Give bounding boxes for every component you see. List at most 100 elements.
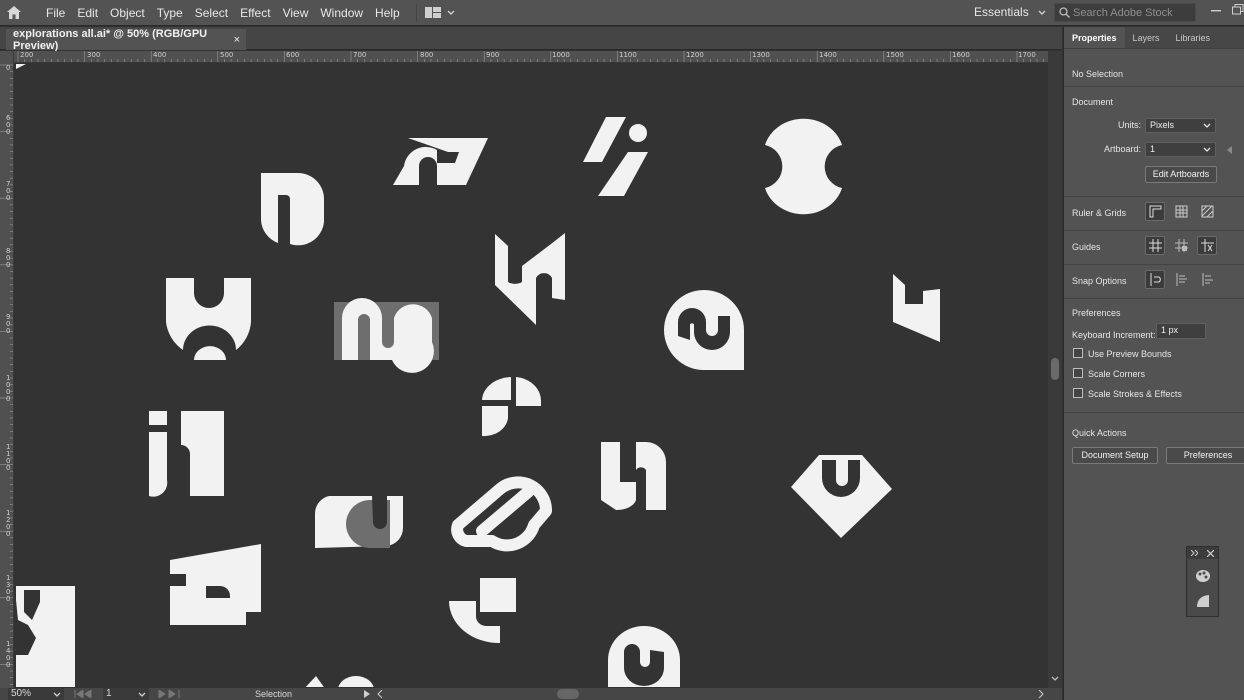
ruler-label: 1 4 0 0 xyxy=(6,640,11,669)
snap-pixel-icon xyxy=(1176,273,1187,286)
logo-slanted-su xyxy=(393,138,488,185)
ruler-label: 500 xyxy=(220,51,234,59)
menu-edit[interactable]: Edit xyxy=(71,0,104,26)
horizontal-scrollbar-thumb[interactable] xyxy=(557,689,579,699)
ruler-label: 200 xyxy=(20,51,34,59)
ruler-icon xyxy=(1149,205,1161,218)
vertical-scrollbar-thumb[interactable] xyxy=(1051,358,1059,380)
artboard-select[interactable]: 1 xyxy=(1145,142,1216,157)
menu-object[interactable]: Object xyxy=(104,0,151,26)
ruler-label: 1700 xyxy=(1018,51,1036,59)
close-tab-icon[interactable]: × xyxy=(234,34,240,46)
logo-n-halfround xyxy=(261,173,324,246)
status-bar: 50% 1 Selection xyxy=(0,688,1062,700)
artboard-canvas[interactable] xyxy=(15,64,1048,687)
chevron-down-icon xyxy=(138,692,146,697)
ruler-label: 1 2 0 0 xyxy=(6,509,11,538)
preferences-button[interactable]: Preferences xyxy=(1166,447,1244,464)
toggle-rulers-button[interactable] xyxy=(1145,202,1165,221)
menu-view[interactable]: View xyxy=(277,0,315,26)
menu-file[interactable]: File xyxy=(40,0,71,26)
color-guide-icon[interactable] xyxy=(1195,569,1211,588)
logo-in-i xyxy=(149,432,168,497)
scroll-down-icon[interactable] xyxy=(1051,676,1059,682)
document-tab-bar: explorations all.ai* @ 50% (RGB/GPU Prev… xyxy=(0,27,1062,52)
toggle-transparency-grid-button[interactable] xyxy=(1197,202,1217,221)
menu-effect[interactable]: Effect xyxy=(234,0,276,26)
restore-icon[interactable] xyxy=(1232,4,1244,16)
close-icon[interactable] xyxy=(1207,549,1214,557)
lock-guides-button[interactable] xyxy=(1171,236,1191,255)
scroll-left-icon[interactable] xyxy=(377,690,383,698)
ruler-label: 1000 xyxy=(552,51,570,59)
menu-type[interactable]: Type xyxy=(151,0,189,26)
lock-guides-icon xyxy=(1174,239,1188,252)
search-stock-input[interactable]: Search Adobe Stock xyxy=(1054,3,1196,22)
chevron-down-icon xyxy=(1203,147,1211,152)
tab-properties[interactable]: Properties xyxy=(1064,27,1125,48)
logo-slash-i-lower xyxy=(598,152,648,196)
show-guides-button[interactable] xyxy=(1145,236,1165,255)
scale-corners-checkbox[interactable] xyxy=(1073,368,1083,378)
ruler-grids-label: Ruler & Grids xyxy=(1072,208,1127,218)
snap-options-section: Snap Options xyxy=(1064,265,1244,299)
tab-layers[interactable]: Layers xyxy=(1125,27,1168,48)
horizontal-ruler[interactable]: 200 300 400 500 600 700 800 900 1000 110… xyxy=(14,51,1048,63)
menu-bar: File Edit Object Type Select Effect View… xyxy=(0,0,1244,26)
chevron-down-icon xyxy=(53,692,61,697)
first-artboard-icon[interactable] xyxy=(74,690,94,698)
snap-to-point-button[interactable] xyxy=(1145,270,1165,289)
menu-window[interactable]: Window xyxy=(314,0,369,26)
ruler-label: 1300 xyxy=(752,51,770,59)
keyboard-increment-input[interactable]: 1 px xyxy=(1156,323,1206,339)
document-tab[interactable]: explorations all.ai* @ 50% (RGB/GPU Prev… xyxy=(6,28,246,52)
edit-artboards-button[interactable]: Edit Artboards xyxy=(1145,166,1217,183)
vertical-ruler[interactable]: 0 6 0 0 7 0 0 8 0 0 9 0 0 1 0 0 0 1 1 0 … xyxy=(0,51,14,688)
search-placeholder: Search Adobe Stock xyxy=(1073,6,1173,19)
minimize-icon[interactable] xyxy=(1211,10,1221,12)
logo-eclipse xyxy=(765,118,842,215)
ruler-label: 1400 xyxy=(819,51,837,59)
vertical-scrollbar[interactable] xyxy=(1048,51,1062,688)
ruler-label: 8 0 0 xyxy=(6,247,11,269)
artboard-number-select[interactable]: 1 xyxy=(103,688,149,700)
arrange-documents-button[interactable] xyxy=(415,3,455,22)
scale-corners-label: Scale Corners xyxy=(1088,369,1146,379)
use-preview-bounds-checkbox[interactable] xyxy=(1073,348,1083,358)
artboard-value: 1 xyxy=(1150,144,1156,154)
document-heading: Document xyxy=(1072,97,1114,107)
home-icon[interactable] xyxy=(0,0,28,26)
gradient-icon[interactable] xyxy=(1195,594,1211,613)
artboard-panel-arrow-icon[interactable] xyxy=(1227,146,1233,154)
scale-strokes-checkbox[interactable] xyxy=(1073,388,1083,398)
zoom-select[interactable]: 50% xyxy=(8,688,64,700)
preferences-heading: Preferences xyxy=(1072,308,1121,318)
artboard-corner-marker xyxy=(16,64,26,69)
snap-to-pixel-button[interactable] xyxy=(1171,270,1191,289)
toggle-grid-button[interactable] xyxy=(1171,202,1191,221)
document-setup-button[interactable]: Document Setup xyxy=(1072,447,1158,464)
ruler-label: 900 xyxy=(486,51,500,59)
workspace-switcher[interactable]: Essentials xyxy=(974,0,1046,24)
logo-quarter-pie xyxy=(482,377,511,400)
logo-i-dot xyxy=(629,124,647,142)
ruler-label: 6 0 0 xyxy=(6,114,11,136)
floating-panel-dock xyxy=(1186,546,1219,617)
last-artboard-icon[interactable] xyxy=(158,690,182,698)
play-icon[interactable] xyxy=(364,690,370,698)
ruler-grids-section: Ruler & Grids xyxy=(1064,197,1244,231)
collapse-icon[interactable] xyxy=(1191,550,1198,556)
floating-panel-header[interactable] xyxy=(1187,547,1218,559)
units-value: Pixels xyxy=(1150,120,1175,130)
smart-guides-button[interactable] xyxy=(1197,236,1217,255)
snap-to-glyph-button[interactable] xyxy=(1197,270,1217,289)
artboard-number: 1 xyxy=(106,688,112,699)
menu-help[interactable]: Help xyxy=(369,0,406,26)
scroll-right-icon[interactable] xyxy=(1038,690,1044,698)
ruler-label: 0 xyxy=(6,64,11,72)
menu-select[interactable]: Select xyxy=(189,0,234,26)
units-select[interactable]: Pixels xyxy=(1145,118,1216,133)
quick-actions-heading: Quick Actions xyxy=(1072,428,1127,438)
ruler-label: 1 1 0 0 xyxy=(6,443,11,472)
tab-libraries[interactable]: Libraries xyxy=(1168,27,1219,48)
